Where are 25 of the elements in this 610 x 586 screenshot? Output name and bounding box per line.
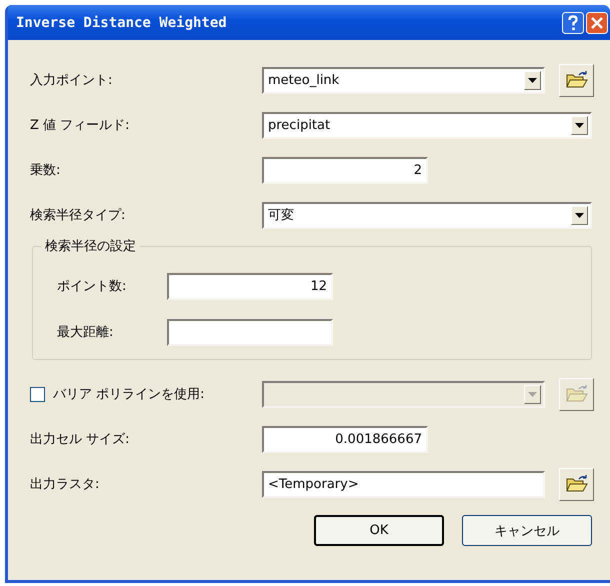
dialog-button[interactable]: OK: [314, 515, 444, 546]
window-title: Inverse Distance Weighted: [16, 14, 227, 30]
field-label: ポイント数:: [57, 278, 128, 295]
dialog-button[interactable]: キャンセル: [462, 515, 592, 546]
field-label: 最大距離:: [57, 324, 114, 341]
input-field[interactable]: 12: [167, 272, 333, 300]
dropdown[interactable]: meteo_link: [262, 66, 545, 94]
input-field[interactable]: 0.001866667: [262, 426, 428, 452]
browse-folder-icon[interactable]: [559, 468, 594, 500]
dropdown[interactable]: precipitat: [262, 112, 592, 138]
field-label: Z 値 フィールド:: [30, 117, 131, 134]
dropdown[interactable]: 可変: [262, 202, 592, 228]
field-label: 出力ラスタ:: [30, 476, 100, 493]
checkbox-label: バリア ポリラインを使用:: [53, 386, 205, 403]
group-title: 検索半径の設定: [41, 237, 140, 255]
close-icon[interactable]: [586, 12, 608, 34]
field-label: 出力セル サイズ:: [30, 431, 131, 448]
field-label: 乗数:: [30, 162, 62, 179]
input-field[interactable]: <Temporary>: [262, 470, 545, 498]
field-label: 検索半径タイプ:: [30, 207, 126, 224]
input-field[interactable]: [167, 318, 333, 346]
field-label: 入力ポイント:: [30, 72, 114, 89]
browse-folder-icon[interactable]: [559, 64, 594, 96]
help-icon[interactable]: [562, 12, 584, 34]
input-field[interactable]: 2: [262, 156, 428, 184]
